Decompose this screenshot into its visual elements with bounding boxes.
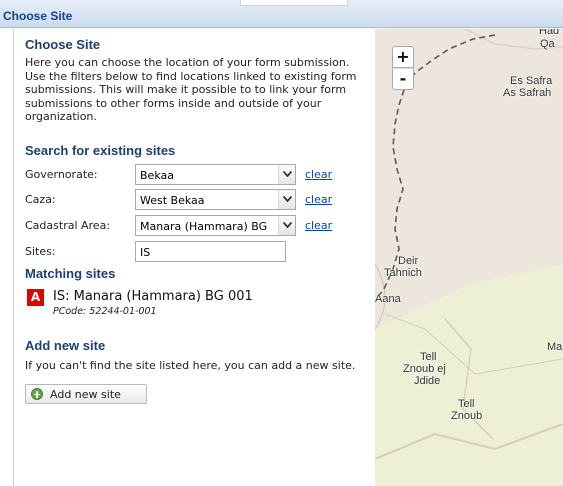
add-new-site-button-label: Add new site	[50, 388, 121, 401]
map-label-tell-2: Tell	[458, 398, 475, 410]
site-name[interactable]: IS: Manara (Hammara) BG 001	[53, 289, 253, 304]
zoom-in-button[interactable]: +	[392, 46, 414, 68]
governorate-row: Governorate: Bekaa clear	[25, 164, 365, 186]
cadastral-area-value: Manara (Hammara) BG	[140, 220, 268, 233]
caza-label: Caza:	[25, 193, 56, 206]
caza-clear-link[interactable]: clear	[305, 193, 332, 206]
matching-site-item[interactable]: A IS: Manara (Hammara) BG 001 PCode: 522…	[25, 287, 355, 323]
map-label-jdide: Jdide	[414, 375, 441, 387]
map-label-tahnich: Tahnich	[384, 267, 422, 279]
map-label-qa: Qa	[540, 38, 555, 50]
window-titlebar: Choose Site	[0, 0, 563, 28]
panel-heading: Choose Site	[25, 37, 101, 52]
map-label-es-safra: Es Safra	[510, 75, 553, 87]
governorate-clear-link[interactable]: clear	[305, 168, 332, 181]
choose-site-panel: Choose Site Here you can choose the loca…	[13, 29, 375, 486]
sites-label: Sites:	[25, 245, 56, 258]
map-label-as-safrah: As Safrah	[503, 87, 552, 99]
cadastral-area-clear-link[interactable]: clear	[305, 219, 332, 232]
map-label-ma: Ma	[547, 341, 563, 353]
add-circle-icon	[31, 388, 43, 400]
sites-input[interactable]: IS	[135, 241, 286, 262]
governorate-select[interactable]: Bekaa	[135, 164, 296, 185]
map-label-znoub: Znoub	[451, 410, 483, 422]
add-new-site-text: If you can't find the site listed here, …	[25, 359, 356, 372]
caza-select[interactable]: West Bekaa	[135, 189, 296, 210]
search-heading: Search for existing sites	[25, 143, 176, 158]
window-title: Choose Site	[3, 9, 73, 23]
add-new-site-button[interactable]: Add new site	[25, 384, 147, 404]
caza-row: Caza: West Bekaa clear	[25, 189, 365, 211]
titlebar-tab-gap	[240, 0, 348, 6]
map-label-aana: Aana	[375, 293, 401, 305]
site-map[interactable]: + - Had Qa Es Safra As Safrah Deir Tahni…	[375, 29, 563, 486]
site-marker-badge: A	[27, 289, 44, 306]
map-label-tell-1: Tell	[420, 351, 437, 363]
map-label-deir: Deir	[398, 255, 419, 267]
add-new-site-heading: Add new site	[25, 338, 106, 353]
governorate-value: Bekaa	[140, 169, 174, 182]
caza-value: West Bekaa	[140, 194, 205, 207]
site-pcode: PCode: 52244-01-001	[53, 306, 157, 317]
chevron-down-icon[interactable]	[278, 216, 295, 235]
map-label-znoub-ej: Znoub ej	[403, 363, 446, 375]
cadastral-area-label: Cadastral Area:	[25, 219, 111, 232]
cadastral-area-select[interactable]: Manara (Hammara) BG	[135, 215, 296, 236]
map-label-top-edge: Had	[539, 29, 560, 37]
cadastral-area-row: Cadastral Area: Manara (Hammara) BG clea…	[25, 215, 365, 237]
zoom-out-button[interactable]: -	[392, 68, 414, 90]
intro-text: Here you can choose the location of your…	[25, 56, 357, 123]
matching-sites-heading: Matching sites	[25, 266, 116, 281]
chevron-down-icon[interactable]	[278, 190, 295, 209]
sites-row: Sites: IS	[25, 241, 365, 263]
governorate-label: Governorate:	[25, 168, 98, 181]
chevron-down-icon[interactable]	[278, 165, 295, 184]
